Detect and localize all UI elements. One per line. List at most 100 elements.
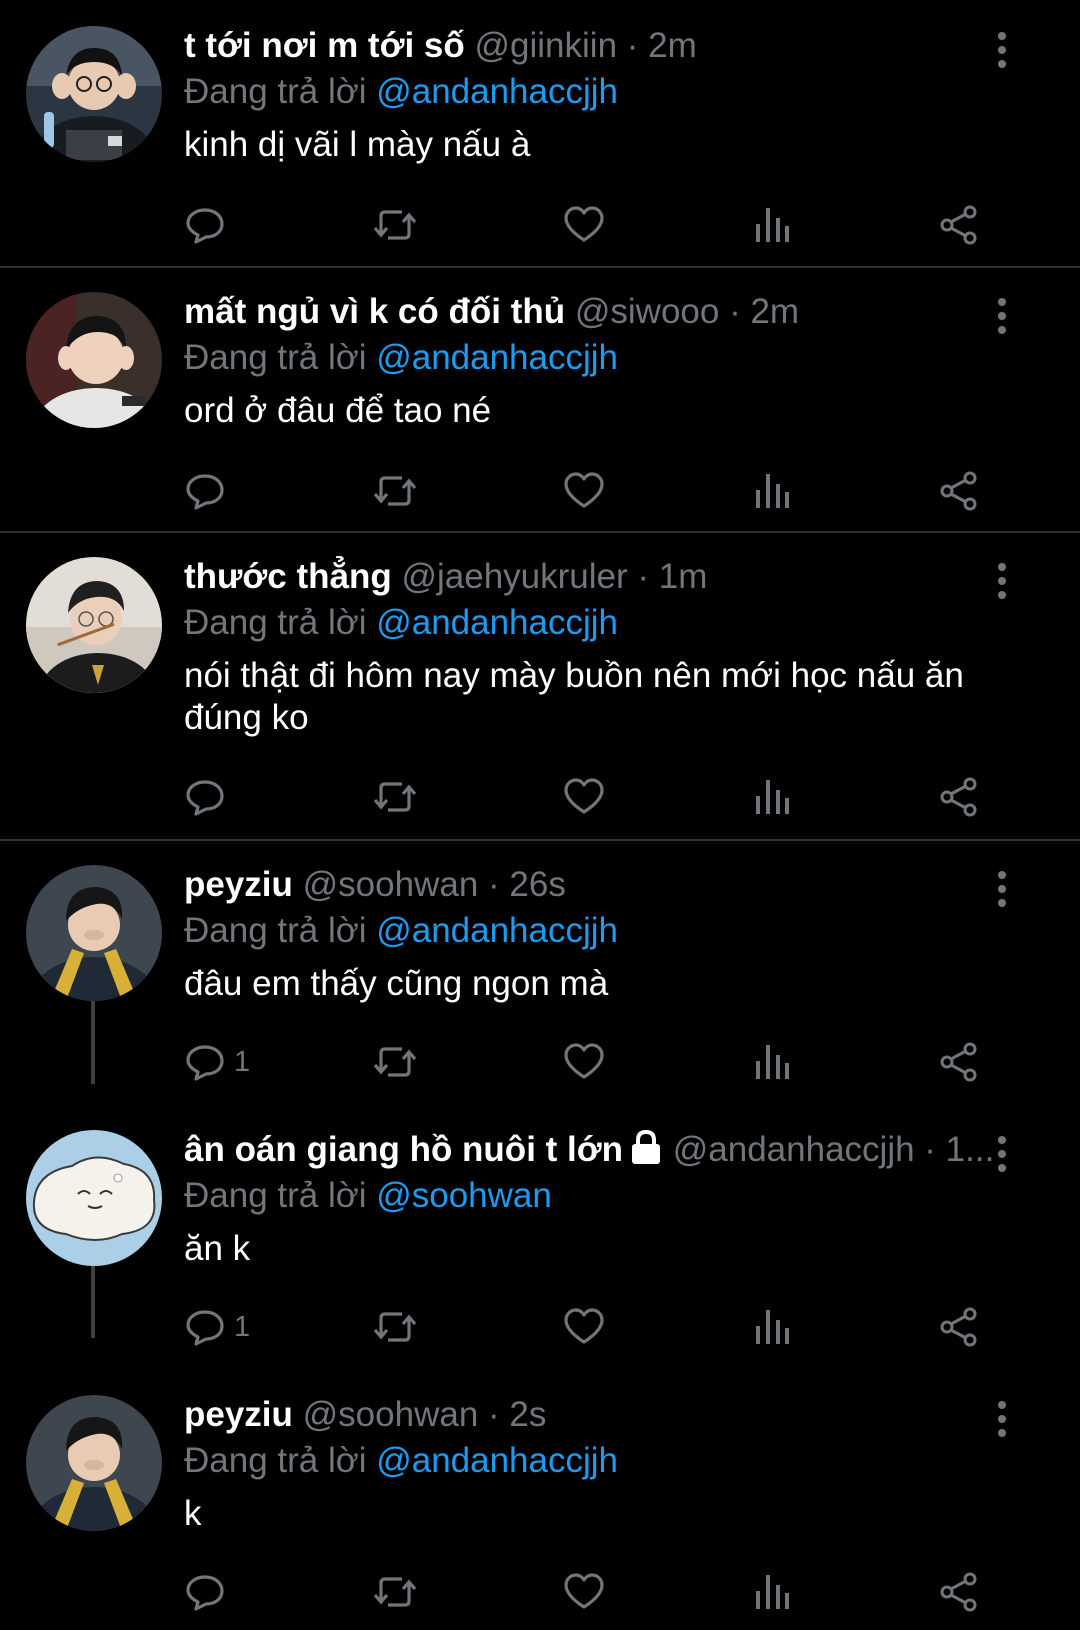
reply-prefix: Đang trả lời [184,72,367,111]
reply-count: 1 [234,1310,251,1343]
avatar[interactable] [26,26,162,162]
timestamp[interactable]: · 2m [627,26,697,65]
timestamp[interactable]: · 26s [488,865,566,904]
tweet-item[interactable]: peyziu @soohwan · 2s Đang trả lời @andan… [0,1369,1080,1630]
reply-context: Đang trả lời @andanhaccjjh [184,336,1004,380]
reply-feed: t tới nơi m tới số @giinkiin · 2m Đang t… [0,0,1080,1630]
more-options-icon[interactable] [988,296,1016,336]
reply-button[interactable] [184,772,234,822]
reply-to-link[interactable]: @andanhaccjjh [376,1441,618,1480]
user-handle[interactable]: @andanhaccjjh [673,1130,915,1169]
action-bar: 1 [184,1037,1024,1087]
analytics-icon [756,780,789,814]
tweet-item[interactable]: thước thẳng @jaehyukruler · 1m Đang trả … [0,531,1080,839]
share-button[interactable] [938,772,980,822]
views-button[interactable] [752,466,792,516]
reply-button[interactable]: 1 [184,1037,250,1087]
heart-icon [564,1308,604,1344]
retweet-button[interactable] [372,1302,418,1352]
views-button[interactable] [752,1302,792,1352]
reply-prefix: Đang trả lời [184,603,367,642]
retweet-button[interactable] [372,1037,418,1087]
like-button[interactable] [562,1302,606,1352]
timestamp[interactable]: · 2m [729,292,799,331]
user-handle[interactable]: @jaehyukruler [401,557,627,596]
reply-icon [186,208,224,244]
timestamp[interactable]: · 2s [488,1395,546,1434]
user-handle[interactable]: @siwooo [575,292,719,331]
reply-to-link[interactable]: @andanhaccjjh [376,72,618,111]
avatar[interactable] [26,557,162,693]
like-button[interactable] [562,200,606,250]
retweet-button[interactable] [372,466,418,516]
avatar[interactable] [26,1395,162,1531]
display-name[interactable]: t tới nơi m tới số [184,26,465,65]
tweet-text: kinh dị vãi l mày nấu à [184,125,531,164]
reply-context: Đang trả lời @andanhaccjjh [184,70,1004,114]
tweet-item[interactable]: t tới nơi m tới số @giinkiin · 2m Đang t… [0,0,1080,266]
retweet-button[interactable] [372,772,418,822]
avatar[interactable] [26,292,162,428]
tweet-header: t tới nơi m tới số @giinkiin · 2m [184,22,1004,70]
like-button[interactable] [562,1567,606,1617]
share-button[interactable] [938,1302,980,1352]
analytics-icon [756,1310,789,1344]
reply-to-link[interactable]: @andanhaccjjh [376,603,618,642]
reply-to-link[interactable]: @andanhaccjjh [376,338,618,377]
retweet-button[interactable] [372,1567,418,1617]
tweet-header: peyziu @soohwan · 26s [184,861,1004,909]
more-options-icon[interactable] [988,869,1016,909]
reply-button[interactable] [184,1567,234,1617]
views-button[interactable] [752,772,792,822]
share-button[interactable] [938,1567,980,1617]
analytics-icon [756,474,789,508]
more-options-icon[interactable] [988,1399,1016,1439]
reply-to-link[interactable]: @soohwan [376,1176,552,1215]
heart-icon [564,206,604,242]
tweet-header: mất ngủ vì k có đối thủ @siwooo · 2m [184,288,1004,336]
display-name[interactable]: ân oán giang hồ nuôi t lớn [184,1130,623,1169]
more-options-icon[interactable] [988,561,1016,601]
tweet-content: thước thẳng @jaehyukruler · 1m Đang trả … [184,553,1004,739]
user-handle[interactable]: @soohwan [303,1395,479,1434]
more-options-icon[interactable] [988,1134,1016,1174]
tweet-item[interactable]: mất ngủ vì k có đối thủ @siwooo · 2m Đan… [0,266,1080,531]
analytics-icon [756,208,789,242]
reply-count: 1 [234,1045,251,1078]
reply-to-link[interactable]: @andanhaccjjh [376,911,618,950]
reply-icon [186,780,224,816]
timestamp[interactable]: · 1... [924,1130,994,1169]
heart-icon [564,472,604,508]
avatar[interactable] [26,865,162,1001]
reply-prefix: Đang trả lời [184,338,367,377]
views-button[interactable] [752,1567,792,1617]
share-button[interactable] [938,466,980,516]
retweet-icon [373,210,417,240]
views-button[interactable] [752,1037,792,1087]
reply-button[interactable] [184,200,234,250]
like-button[interactable] [562,466,606,516]
like-button[interactable] [562,1037,606,1087]
tweet-item[interactable]: peyziu @soohwan · 26s Đang trả lời @anda… [0,839,1080,1104]
display-name[interactable]: peyziu [184,865,293,904]
timestamp[interactable]: · 1m [637,557,707,596]
user-handle[interactable]: @giinkiin [475,26,618,65]
views-button[interactable] [752,200,792,250]
user-handle[interactable]: @soohwan [303,865,479,904]
tweet-item[interactable]: ân oán giang hồ nuôi t lớn @andanhaccjjh… [0,1104,1080,1369]
reply-prefix: Đang trả lời [184,911,367,950]
reply-button[interactable]: 1 [184,1302,250,1352]
share-button[interactable] [938,200,980,250]
heart-icon [564,1043,604,1079]
like-button[interactable] [562,772,606,822]
display-name[interactable]: peyziu [184,1395,293,1434]
avatar[interactable] [26,1130,162,1266]
retweet-icon [373,1312,417,1342]
display-name[interactable]: mất ngủ vì k có đối thủ [184,292,565,331]
retweet-button[interactable] [372,200,418,250]
share-icon [940,1307,977,1347]
display-name[interactable]: thước thẳng [184,557,392,596]
reply-button[interactable] [184,466,234,516]
share-button[interactable] [938,1037,980,1087]
more-options-icon[interactable] [988,30,1016,70]
